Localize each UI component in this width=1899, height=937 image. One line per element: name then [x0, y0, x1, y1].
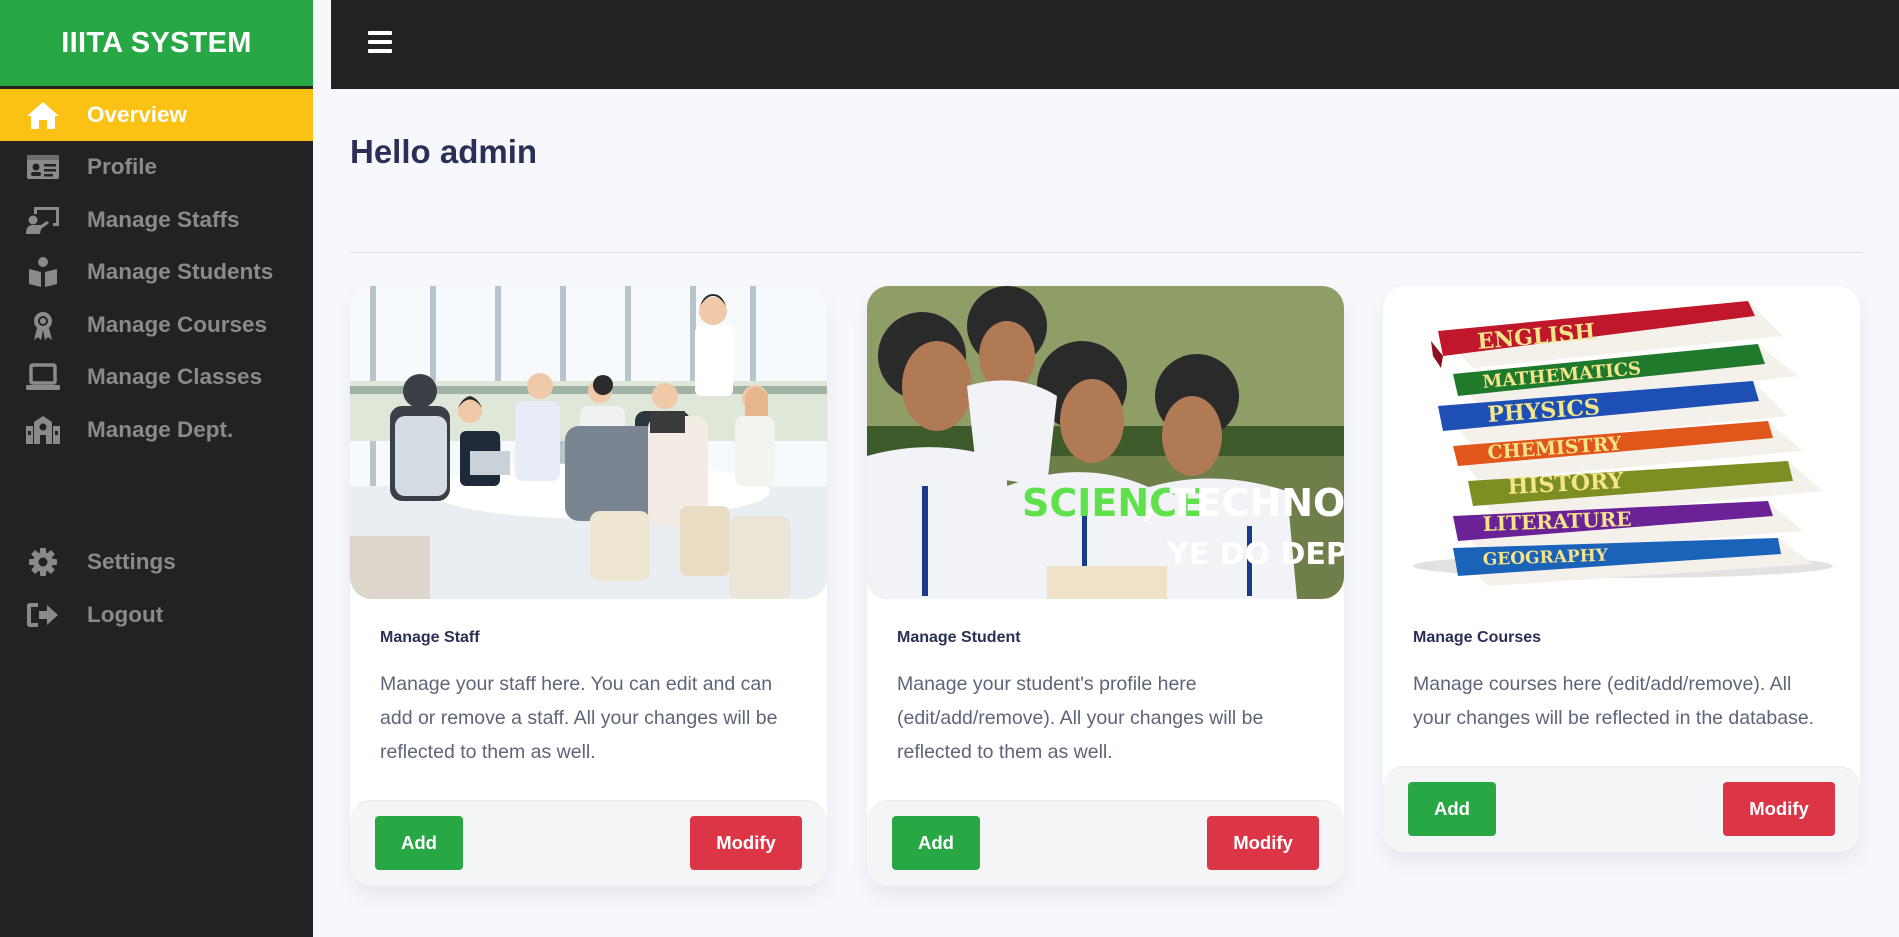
page-title: Hello admin: [350, 133, 538, 170]
sidebar-item-overview[interactable]: Overview: [0, 89, 313, 141]
card-title: Manage Staff: [380, 629, 480, 646]
award-icon: [22, 308, 64, 342]
modify-staff-button[interactable]: Modify: [690, 816, 802, 870]
sidebar-spacer: [0, 456, 313, 536]
school-icon: [22, 413, 64, 447]
add-student-button[interactable]: Add: [892, 816, 980, 870]
modify-course-button[interactable]: Modify: [1723, 782, 1835, 836]
sidebar-item-label: Manage Dept.: [87, 416, 234, 442]
sidebar-item-label: Manage Staffs: [87, 206, 240, 232]
home-icon: [22, 98, 64, 132]
sidebar-item-settings[interactable]: Settings: [0, 536, 313, 589]
card-grid: Manage Staff Manage your staff here. You…: [350, 286, 1863, 937]
sidebar-item-manage-staffs[interactable]: Manage Staffs: [0, 194, 313, 247]
card-text: Manage your staff here. You can edit and…: [380, 673, 778, 763]
hamburger-menu-icon[interactable]: [368, 31, 392, 55]
card-manage-student: SCIENCE , TECHNOLOGY YE DO DEPLOY Manage…: [867, 286, 1344, 886]
card-manage-staff: Manage Staff Manage your staff here. You…: [350, 286, 827, 886]
modify-student-button[interactable]: Modify: [1207, 816, 1319, 870]
image-caption-technology: , TECHNOLOGY: [1142, 481, 1344, 525]
sidebar-item-label: Manage Students: [87, 259, 274, 285]
book-reader-icon: [22, 255, 64, 289]
sidebar: IIITA SYSTEM Overview Profile Manage Sta…: [0, 0, 313, 937]
students-photo: SCIENCE , TECHNOLOGY YE DO DEPLOY: [867, 286, 1344, 599]
add-staff-button[interactable]: Add: [375, 816, 463, 870]
sidebar-item-profile[interactable]: Profile: [0, 141, 313, 194]
sidebar-item-manage-students[interactable]: Manage Students: [0, 246, 313, 299]
sidebar-nav: Overview Profile Manage Staffs Manage St…: [0, 89, 313, 641]
card-footer: Add Modify: [867, 800, 1344, 886]
sidebar-item-label: Profile: [87, 154, 158, 180]
card-text: Manage courses here (edit/add/remove). A…: [1413, 673, 1815, 729]
card-body: Manage Student Manage your student's pro…: [867, 599, 1344, 769]
books-stack-image: ENGLISH MATHEMATICS PHYSICS CHEMISTRY HI…: [1383, 286, 1860, 599]
sidebar-item-label: Settings: [87, 549, 176, 575]
sign-out-icon: [22, 598, 64, 632]
card-footer: Add Modify: [350, 800, 827, 886]
brand-logo[interactable]: IIITA SYSTEM: [0, 0, 313, 86]
sidebar-item-manage-dept[interactable]: Manage Dept.: [0, 404, 313, 457]
sidebar-item-logout[interactable]: Logout: [0, 589, 313, 642]
id-card-icon: [22, 150, 64, 184]
card-body: Manage Staff Manage your staff here. You…: [350, 599, 827, 769]
image-caption-tagline: YE DO DEPLOY: [1166, 537, 1344, 572]
gear-icon: [22, 545, 64, 579]
add-course-button[interactable]: Add: [1408, 782, 1496, 836]
card-footer: Add Modify: [1383, 766, 1860, 852]
sidebar-item-label: Overview: [87, 102, 188, 127]
sidebar-item-label: Logout: [87, 601, 164, 627]
main-content: Hello admin Manage Staff Manage your sta…: [350, 89, 1863, 886]
laptop-icon: [22, 360, 64, 394]
sidebar-item-manage-classes[interactable]: Manage Classes: [0, 351, 313, 404]
top-bar: [331, 0, 1899, 89]
sidebar-item-label: Manage Classes: [87, 364, 263, 390]
chalkboard-teacher-icon: [22, 203, 64, 237]
divider: [350, 252, 1863, 253]
sidebar-item-manage-courses[interactable]: Manage Courses: [0, 299, 313, 352]
card-body: Manage Courses Manage courses here (edit…: [1383, 599, 1860, 735]
card-manage-courses: ENGLISH MATHEMATICS PHYSICS CHEMISTRY HI…: [1383, 286, 1860, 852]
card-text: Manage your student's profile here (edit…: [897, 673, 1264, 763]
sidebar-item-label: Manage Courses: [87, 311, 268, 337]
meeting-photo: [350, 286, 827, 599]
card-title: Manage Student: [897, 629, 1021, 646]
card-title: Manage Courses: [1413, 629, 1542, 646]
